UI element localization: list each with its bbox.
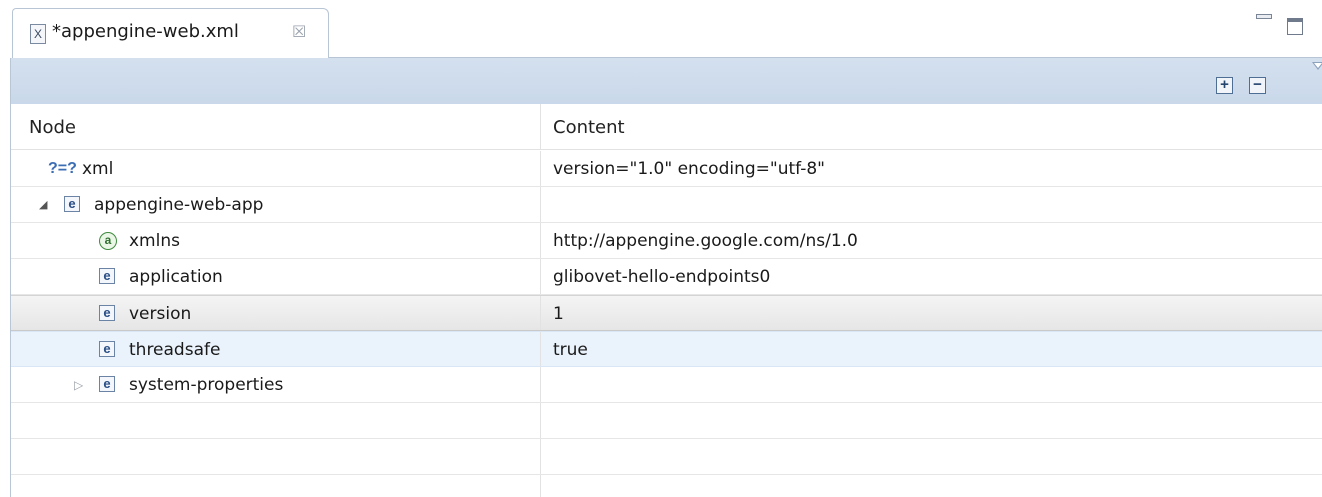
- node-cell: ?=? xml: [11, 151, 541, 186]
- tree-row-xmlns[interactable]: a xmlns http://appengine.google.com/ns/1.0: [11, 223, 1322, 259]
- view-menu-icon[interactable]: [1312, 62, 1322, 70]
- node-name: version: [129, 304, 192, 324]
- node-name: xml: [82, 159, 114, 179]
- column-header-content[interactable]: Content: [541, 104, 1322, 150]
- node-content[interactable]: true: [553, 332, 588, 366]
- element-icon: e: [99, 376, 115, 392]
- node-name: system-properties: [129, 375, 284, 395]
- column-header-node[interactable]: Node: [11, 104, 541, 150]
- tab-title: *appengine-web.xml: [52, 21, 239, 42]
- node-cell: e version: [11, 296, 541, 330]
- node-cell: ◢ e appengine-web-app: [11, 187, 541, 222]
- empty-node-cell: [11, 439, 541, 474]
- collapse-all-icon[interactable]: −: [1249, 77, 1266, 94]
- xml-design-tree-table: Node Content ?=? xml version="1.0" encodin…: [11, 104, 1322, 497]
- collapse-arrow-icon[interactable]: ◢: [39, 187, 47, 223]
- node-cell: e application: [11, 259, 541, 294]
- tree-row-appengine-web-app[interactable]: ◢ e appengine-web-app: [11, 187, 1322, 223]
- tree-row-threadsafe[interactable]: e threadsafe true: [11, 331, 1322, 367]
- node-name: xmlns: [129, 231, 180, 251]
- node-cell: a xmlns: [11, 223, 541, 258]
- element-icon: e: [99, 305, 115, 321]
- editor-tab-strip: X *appengine-web.xml ☒: [0, 0, 1322, 58]
- empty-row: [11, 403, 1322, 439]
- tree-row-xml[interactable]: ?=? xml version="1.0" encoding="utf-8": [11, 151, 1322, 187]
- node-content[interactable]: glibovet-hello-endpoints0: [553, 259, 770, 294]
- maximize-icon[interactable]: [1287, 18, 1303, 35]
- node-content[interactable]: http://appengine.google.com/ns/1.0: [553, 223, 858, 258]
- element-icon: e: [99, 341, 115, 357]
- empty-node-cell: [11, 403, 541, 438]
- expand-arrow-icon[interactable]: ▷: [74, 367, 83, 403]
- close-icon[interactable]: ☒: [292, 22, 306, 41]
- minimize-icon[interactable]: [1256, 14, 1272, 22]
- attribute-icon: a: [99, 232, 117, 250]
- element-icon: e: [64, 196, 80, 212]
- node-cell: e threadsafe: [11, 332, 541, 366]
- tree-row-application[interactable]: e application glibovet-hello-endpoints0: [11, 259, 1322, 295]
- node-content[interactable]: 1: [553, 296, 564, 330]
- empty-row: [11, 439, 1322, 475]
- node-cell: ▷ e system-properties: [11, 367, 541, 402]
- node-name: appengine-web-app: [94, 195, 264, 215]
- node-name: threadsafe: [129, 340, 221, 360]
- tree-row-system-properties[interactable]: ▷ e system-properties: [11, 367, 1322, 403]
- element-icon: e: [99, 268, 115, 284]
- processing-instruction-icon: ?=?: [48, 160, 77, 177]
- node-name: application: [129, 267, 223, 287]
- editor-tab-appengine-web-xml[interactable]: X *appengine-web.xml ☒: [12, 8, 329, 58]
- design-toolbar: + −: [11, 58, 1322, 104]
- empty-node-cell: [11, 475, 541, 497]
- empty-row: [11, 475, 1322, 497]
- xml-file-icon: X: [30, 24, 46, 44]
- node-content[interactable]: version="1.0" encoding="utf-8": [553, 151, 825, 186]
- expand-all-icon[interactable]: +: [1216, 77, 1233, 94]
- tree-row-version[interactable]: e version 1: [11, 295, 1322, 331]
